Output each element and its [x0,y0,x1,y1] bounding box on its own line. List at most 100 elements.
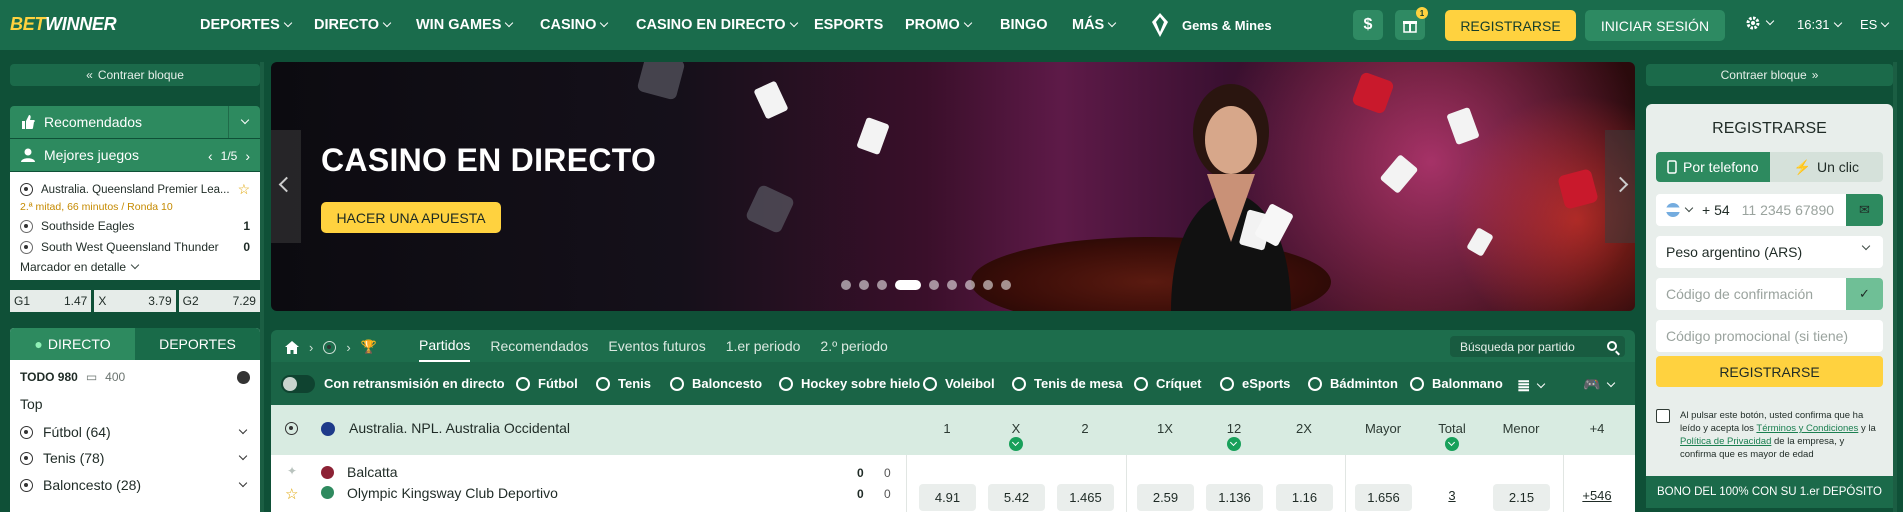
filter-voleibol[interactable]: Voleibol [923,376,995,391]
phone-field[interactable]: + 54 11 2345 67890 ✉ [1656,194,1883,226]
left-scrollbar[interactable] [260,62,264,512]
filter-criquet[interactable]: Críquet [1134,376,1202,391]
tab-recomendados[interactable]: Recomendados [490,330,588,362]
trophy-icon[interactable]: 🏆 [361,339,377,355]
tab-1er-periodo[interactable]: 1.er periodo [726,330,801,362]
prev-arrow-icon[interactable]: ‹ [208,148,213,164]
language-menu[interactable]: ES [1860,17,1890,32]
tab-deportes[interactable]: DEPORTES [135,328,260,360]
league-row[interactable]: Australia. NPL. Australia Occidental 1 X… [271,405,1635,455]
filter-tenis[interactable]: Tenis [596,376,651,391]
detailed-score-link[interactable]: Marcador en detalle [20,260,250,274]
nav-gems-mines[interactable]: Gems & Mines [1150,12,1272,38]
carousel-dot[interactable] [1001,280,1011,290]
filter-baloncesto[interactable]: Baloncesto [670,376,762,391]
gift-button[interactable]: 1 [1395,7,1428,40]
register-button[interactable]: REGISTRARSE [1445,10,1576,41]
collapse-left-button[interactable]: «Contraer bloque [10,64,260,86]
match-search-input[interactable]: Búsqueda por partido [1450,336,1625,357]
soccer-ball-icon[interactable] [323,340,337,354]
tab-by-phone[interactable]: Por telefono [1656,152,1770,182]
deposit-button[interactable]: $ [1353,10,1383,40]
sidebar-item-tenis[interactable]: Tenis (78) [20,450,250,466]
col-x-toggle[interactable] [1009,437,1023,451]
filter-badminton[interactable]: Bádminton [1308,376,1398,391]
nav-bingo[interactable]: BINGO [1000,17,1048,33]
filter-tenis-de-mesa[interactable]: Tenis de mesa [1012,376,1123,391]
currency-select[interactable]: Peso argentino (ARS) [1656,236,1883,268]
star-icon[interactable]: ☆ [238,181,251,198]
next-arrow-icon[interactable]: › [245,148,250,164]
nav-win-games[interactable]: WIN GAMES [416,17,514,33]
nav-promo[interactable]: PROMO [905,17,973,33]
tab-eventos-futuros[interactable]: Eventos futuros [608,330,705,362]
tab-partidos[interactable]: Partidos [419,330,471,362]
filter-hockey[interactable]: Hockey sobre hielo [779,376,920,391]
odd-2x[interactable]: 1.16 [1276,484,1333,511]
privacy-link[interactable]: Política de Privacidad [1680,436,1771,447]
nav-directo[interactable]: DIRECTO [314,17,392,33]
terms-link[interactable]: Términos y Condiciones [1756,423,1858,434]
more-sports-menu[interactable]: ≣ [1517,376,1546,396]
odd-1[interactable]: 4.91 [919,484,976,511]
carousel-dot[interactable] [947,280,957,290]
sidebar-item-futbol[interactable]: Fútbol (64) [20,424,250,440]
odd-12[interactable]: 1.136 [1206,484,1263,511]
carousel-dot[interactable] [983,280,993,290]
all-events-count[interactable]: TODO 980 ▭ 400 [20,370,125,384]
argentina-flag-icon[interactable] [1666,203,1680,217]
more-markets-link[interactable]: +546 [1582,488,1611,503]
total-link[interactable]: 3 [1448,488,1455,503]
filter-futbol[interactable]: Fútbol [516,376,578,391]
hero-banner[interactable]: CASINO EN DIRECTO HACER UNA APUESTA [271,62,1635,311]
globe-icon[interactable] [237,371,250,384]
nav-esports[interactable]: ESPORTS [814,17,883,33]
banner-next-button[interactable] [1605,130,1635,243]
carousel-dot[interactable] [859,280,869,290]
filter-balonmano[interactable]: Balonmano [1410,376,1503,391]
recommended-header[interactable]: Recomendados [10,106,260,138]
login-button[interactable]: INICIAR SESIÓN [1585,10,1725,41]
confirmation-code-field[interactable]: Código de confirmación ✓ [1656,278,1883,310]
odd-menor[interactable]: 2.15 [1493,484,1550,511]
place-bet-button[interactable]: HACER UNA APUESTA [321,202,501,233]
odd-mayor[interactable]: 1.656 [1355,484,1412,511]
featured-match-card[interactable]: Australia. Queensland Premier Lea... ☆ 2… [10,172,260,280]
recommended-collapse-toggle[interactable] [228,106,260,138]
odd-g2[interactable]: G2 7.29 [178,290,260,312]
odd-2[interactable]: 1.465 [1057,484,1114,511]
banner-prev-button[interactable] [271,130,301,243]
carousel-dot-active[interactable] [895,280,921,290]
star-icon[interactable]: ☆ [285,485,298,503]
live-stream-toggle[interactable] [281,375,315,393]
view-options-menu[interactable]: 🎮 [1583,376,1616,393]
send-sms-button[interactable]: ✉ [1846,194,1883,226]
nav-mas[interactable]: MÁS [1072,17,1117,33]
registration-submit-button[interactable]: REGISTRARSE [1656,356,1883,387]
pin-icon[interactable]: ✦ [287,464,297,478]
terms-checkbox[interactable] [1656,409,1670,423]
nav-casino-en-directo[interactable]: CASINO EN DIRECTO [636,17,798,33]
tab-directo[interactable]: ● DIRECTO [10,328,135,360]
odd-x[interactable]: X 3.79 [94,290,176,312]
col-12-toggle[interactable] [1227,437,1241,451]
odd-1x[interactable]: 2.59 [1137,484,1194,511]
nav-deportes[interactable]: DEPORTES [200,17,293,33]
tab-2o-periodo[interactable]: 2.º periodo [820,330,887,362]
odd-x[interactable]: 5.42 [988,484,1045,511]
carousel-dot[interactable] [877,280,887,290]
confirm-code-button[interactable]: ✓ [1846,278,1883,310]
betwinner-logo[interactable]: BETWINNER [10,14,117,35]
settings-menu[interactable] [1745,15,1775,31]
first-deposit-bonus-banner[interactable]: BONO DEL 100% CON SU 1.er DEPÓSITO [1646,476,1893,508]
carousel-dot[interactable] [841,280,851,290]
carousel-dot[interactable] [929,280,939,290]
event-row[interactable]: ✦ ☆ Balcatta Olympic Kingsway Club Depor… [271,455,1635,512]
promo-code-field[interactable]: Código promocional (si tiene) [1656,320,1883,352]
right-scrollbar[interactable] [1893,62,1897,512]
filter-esports[interactable]: eSports [1220,376,1290,391]
carousel-dot[interactable] [965,280,975,290]
col-total-toggle[interactable] [1445,437,1459,451]
collapse-right-button[interactable]: Contraer bloque» [1646,64,1893,86]
tab-one-click[interactable]: ⚡ Un clic [1769,152,1883,182]
